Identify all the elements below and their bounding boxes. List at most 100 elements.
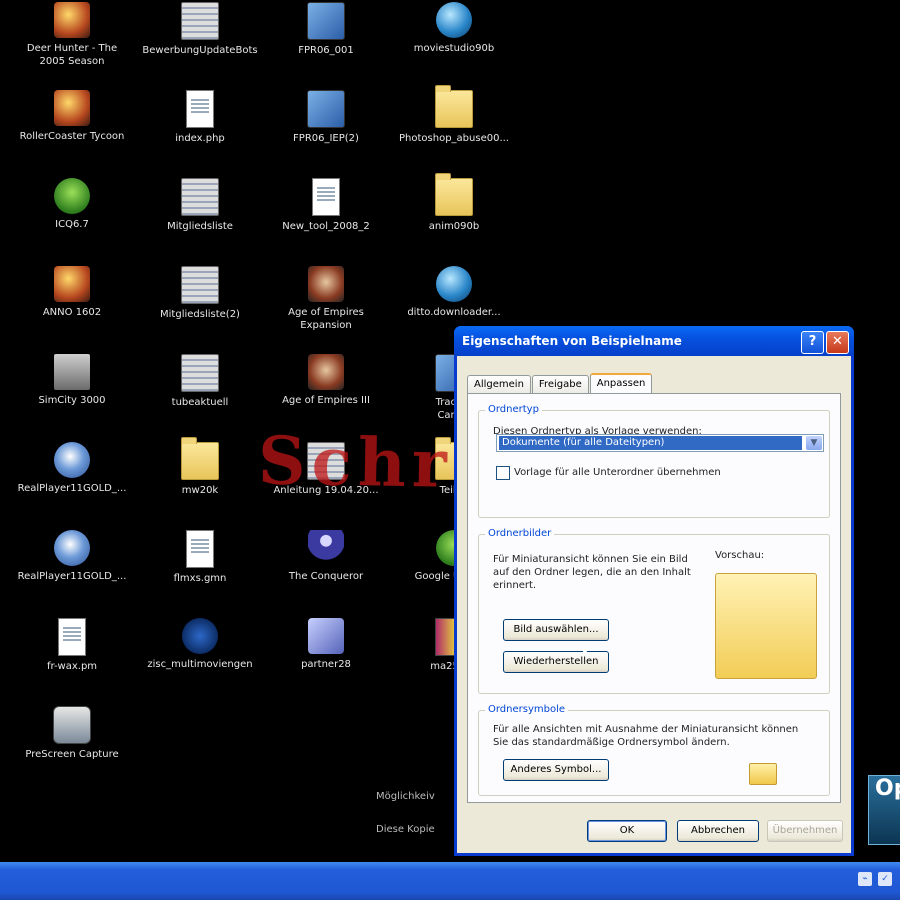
cam-icon (53, 706, 91, 744)
properties-dialog: Eigenschaften von Beispielname ? ✕ Allge… (454, 326, 854, 856)
desktop-icon[interactable]: partner28 (268, 618, 384, 671)
dialog-tabs: Allgemein Freigabe Anpassen (467, 369, 653, 394)
chevron-down-icon[interactable]: ▼ (806, 436, 822, 450)
close-button[interactable]: ✕ (826, 331, 849, 354)
tab-sharing[interactable]: Freigabe (531, 375, 589, 393)
restore-default-button[interactable]: Wiederherstellen (503, 651, 609, 673)
dialog-title: Eigenschaften von Beispielname (462, 334, 682, 348)
blue-icon (182, 618, 218, 654)
setup-icon (307, 90, 345, 128)
desktop-icon-label: zisc_multimoviengen (147, 659, 253, 670)
desktop-icon-label: The Conqueror (288, 571, 364, 582)
desktop-icon[interactable]: ANNO 1602 (14, 266, 130, 319)
desktop-icon-label: RealPlayer11GOLD_... (17, 483, 127, 494)
desktop-icon-label: index.php (175, 133, 225, 144)
folder-icons-group: Ordnersymbole Für alle Ansichten mit Aus… (478, 704, 830, 796)
desktop-icon[interactable]: moviestudio90b (396, 2, 512, 55)
doc-icon (58, 618, 86, 656)
desktop-icon[interactable]: mw20k (142, 437, 258, 497)
desktop-icon-label: tubeaktuell (171, 397, 229, 408)
desktop-icon[interactable]: Photoshop_abuse00... (396, 85, 512, 145)
desktop-icon-label: PreScreen Capture (25, 749, 119, 760)
stack-icon (181, 266, 219, 304)
folder-icon (749, 763, 777, 785)
desktop-icon-label: RealPlayer11GOLD_... (17, 571, 127, 582)
desktop-icon[interactable]: FPR06_IEP(2) (268, 90, 384, 145)
desktop-icon[interactable]: PreScreen Capture (14, 706, 130, 761)
desktop-icon[interactable]: Age of Empires III (268, 354, 384, 407)
folder-type-group: Ordnertyp Diesen Ordnertyp als Vorlage v… (478, 404, 830, 518)
desktop-icon-label: FPR06_IEP(2) (293, 133, 359, 144)
folder-type-select[interactable]: Dokumente (für alle Dateitypen) ▼ (496, 434, 824, 452)
dialog-titlebar[interactable]: Eigenschaften von Beispielname ? ✕ (454, 326, 854, 356)
globe-icon (436, 266, 472, 302)
desktop-icon[interactable]: fr-wax.pm (14, 618, 130, 673)
game-icon (54, 90, 90, 126)
choose-picture-button[interactable]: Bild auswählen... (503, 619, 609, 641)
desktop-icon-label: flmxs.gmn (173, 573, 227, 584)
person-icon (308, 530, 344, 566)
doc-icon (186, 530, 214, 568)
green-icon (54, 178, 90, 214)
desktop-icon[interactable]: ICQ6.7 (14, 178, 130, 231)
real-icon (54, 442, 90, 478)
apply-to-subfolders-checkbox[interactable] (496, 466, 510, 480)
tab-general[interactable]: Allgemein (467, 375, 531, 393)
desktop-icon-label: partner28 (301, 659, 351, 670)
desktop-icon[interactable]: Age of Empires Expansion (268, 266, 384, 332)
desktop-icon[interactable]: RollerCoaster Tycoon (14, 90, 130, 143)
desktop-icon[interactable]: Mitgliedsliste (142, 178, 258, 233)
apply-button[interactable]: Übernehmen (767, 820, 843, 842)
desktop-icon[interactable]: FPR06_001 (268, 2, 384, 57)
cancel-button[interactable]: Abbrechen (677, 820, 759, 842)
doc-icon (186, 90, 214, 128)
desktop-icon[interactable]: BewerbungUpdateBots (142, 2, 258, 57)
game-icon (54, 2, 90, 38)
desktop-icon-label: New_tool_2008_2 (282, 221, 370, 232)
background-window-text: Diese Kopie (376, 824, 435, 835)
stack-icon (181, 354, 219, 392)
folder-icons-group-title: Ordnersymbole (485, 704, 569, 715)
help-button[interactable]: ? (801, 331, 824, 354)
desktop-icon-label: ditto.downloader... (407, 307, 501, 318)
desktop-icon[interactable]: anim090b (396, 173, 512, 233)
desktop-icon[interactable]: zisc_multimoviengen (142, 618, 258, 671)
desktop-icon[interactable]: RealPlayer11GOLD_... (14, 530, 130, 583)
ok-button[interactable]: OK (587, 820, 667, 842)
desktop-icon-label: RollerCoaster Tycoon (19, 131, 125, 142)
tab-page-customize: Ordnertyp Diesen Ordnertyp als Vorlage v… (467, 393, 841, 803)
folder-icons-text: Für alle Ansichten mit Ausnahme der Mini… (493, 724, 799, 748)
taskbar: ⌁ ✓ (0, 862, 900, 900)
aoe-icon (308, 266, 344, 302)
desktop-icon[interactable]: tubeaktuell (142, 354, 258, 409)
background-window-text: Möglichkeiv (376, 791, 435, 802)
desktop-icon-label: Mitgliedsliste (167, 221, 233, 232)
desktop-icon-label: Age of Empires Expansion (288, 307, 364, 331)
desktop-icon-label: Mitgliedsliste(2) (160, 309, 240, 320)
desktop-icon[interactable]: New_tool_2008_2 (268, 178, 384, 233)
desktop-icon[interactable]: SimCity 3000 (14, 354, 130, 407)
desktop-icon-label: moviestudio90b (413, 43, 495, 54)
desktop-icon[interactable]: The Conqueror (268, 530, 384, 583)
sim-icon (54, 354, 90, 390)
desktop-icon[interactable]: Deer Hunter - The 2005 Season (14, 2, 130, 68)
folder-type-group-title: Ordnertyp (485, 404, 542, 415)
desktop-icon-label: ICQ6.7 (55, 219, 89, 230)
folder-preview-image (715, 573, 817, 679)
desktop-icon[interactable]: Mitgliedsliste(2) (142, 266, 258, 321)
desktop-icon-label: fr-wax.pm (46, 661, 98, 672)
desktop-icon[interactable]: ditto.downloader... (396, 266, 512, 319)
desktop-icon[interactable]: RealPlayer11GOLD_... (14, 442, 130, 495)
desktop-icon[interactable]: flmxs.gmn (142, 530, 258, 585)
tray-network-icon[interactable]: ⌁ (858, 872, 872, 886)
side-popup-window[interactable]: Op (868, 775, 900, 845)
desktop-icon[interactable]: index.php (142, 90, 258, 145)
stack-icon (181, 2, 219, 40)
change-icon-button[interactable]: Anderes Symbol... (503, 759, 609, 781)
folder-pictures-text: Für Miniaturansicht können Sie ein Bild … (493, 554, 691, 591)
tab-customize[interactable]: Anpassen (589, 373, 653, 394)
doc-icon (312, 178, 340, 216)
globe-icon (436, 2, 472, 38)
tray-security-icon[interactable]: ✓ (878, 872, 892, 886)
folder-pictures-group: Ordnerbilder Für Miniaturansicht können … (478, 528, 830, 694)
